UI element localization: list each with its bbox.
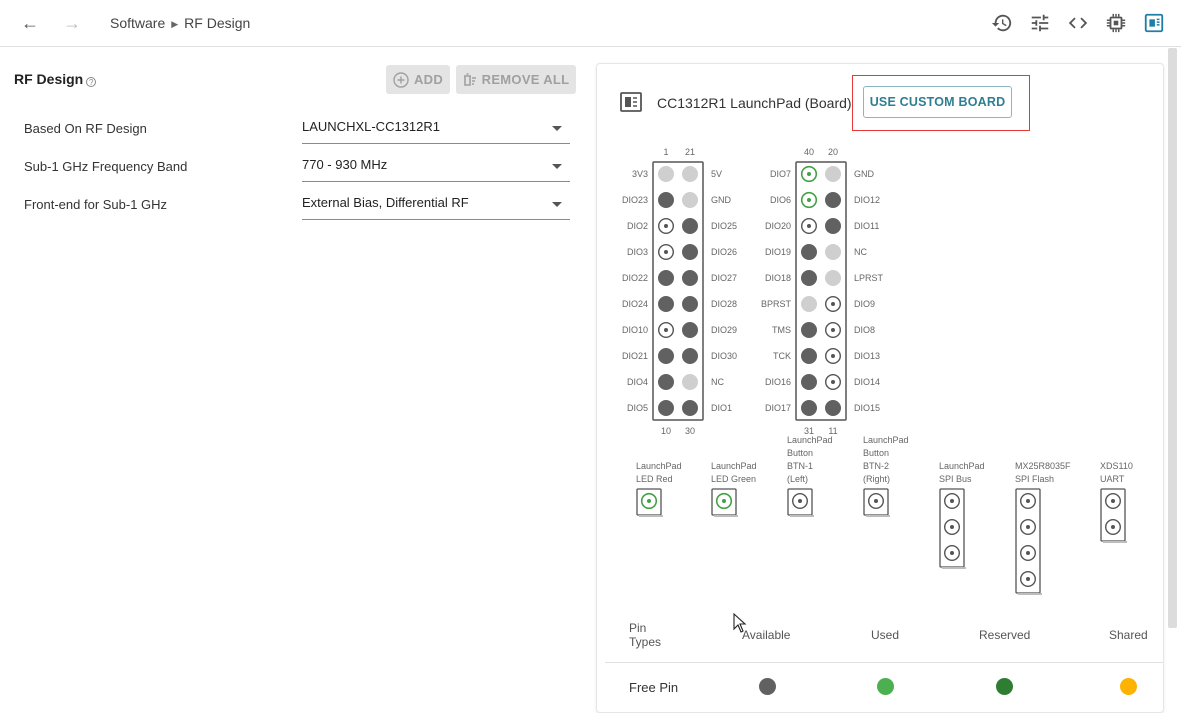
select-value: External Bias, Differential RF [302,195,469,210]
board-view-icon[interactable] [1143,12,1165,34]
back-arrow-icon[interactable]: ← [19,13,41,33]
pin-types-header: Pin Types [629,621,661,649]
highlight-box [852,75,1030,131]
mouse-cursor-icon [733,613,747,633]
panel-title-text: RF Design [14,71,84,87]
field-front-end: Front-end for Sub-1 GHz External Bias, D… [24,190,570,220]
dropdown-caret-icon [552,202,562,207]
breadcrumb-software[interactable]: Software [110,15,165,31]
forward-arrow-icon[interactable]: → [61,13,83,33]
remove-all-button[interactable]: REMOVE ALL [456,65,576,94]
pin-types-header-line2: Types [629,635,662,649]
pin-types-header-line1: Pin [629,621,647,635]
column-used: Used [871,628,900,642]
table-divider [605,662,1163,663]
chip-icon[interactable] [1105,12,1127,34]
frequency-band-select[interactable]: 770 - 930 MHz [302,152,570,182]
top-bar: ← → Software ▶ RF Design [0,0,1181,47]
dropdown-caret-icon [552,164,562,169]
add-circle-icon [393,71,409,88]
select-value: LAUNCHXL-CC1312R1 [302,119,440,134]
breadcrumb: Software ▶ RF Design [110,15,250,31]
field-frequency-band: Sub-1 GHz Frequency Band 770 - 930 MHz [24,152,570,182]
select-value: 770 - 930 MHz [302,157,388,172]
board-view-card [596,63,1164,713]
remove-all-button-label: REMOVE ALL [481,72,570,87]
dropdown-caret-icon [552,126,562,131]
reserved-dot [996,678,1013,695]
available-dot [759,678,776,695]
breadcrumb-separator-icon: ▶ [171,19,179,29]
add-button-label: ADD [413,72,444,87]
field-label: Sub-1 GHz Frequency Band [24,159,188,174]
panel-title: RF Design? [14,71,97,87]
add-button[interactable]: ADD [386,65,450,94]
field-label: Based On RF Design [24,121,147,136]
based-on-rf-design-select[interactable]: LAUNCHXL-CC1312R1 [302,114,570,144]
field-label: Front-end for Sub-1 GHz [24,197,168,212]
tune-icon[interactable] [1029,12,1051,34]
breadcrumb-rf-design: RF Design [184,15,251,31]
free-pin-label: Free Pin [629,680,679,695]
front-end-select[interactable]: External Bias, Differential RF [302,190,570,220]
delete-sweep-icon [463,72,476,86]
column-available: Available [742,628,791,642]
rf-design-panel: RF Design? ADD REMOVE ALL Based On RF De… [0,48,590,705]
board-icon [620,92,642,112]
board-title: CC1312R1 LaunchPad (Board) [657,95,852,111]
scrollbar[interactable] [1168,48,1177,628]
field-based-on-rf-design: Based On RF Design LAUNCHXL-CC1312R1 [24,114,570,144]
code-icon[interactable] [1067,12,1089,34]
history-icon[interactable] [991,12,1013,34]
column-shared: Shared [1109,628,1148,642]
help-icon[interactable]: ? [86,77,97,87]
shared-dot [1120,678,1137,695]
used-dot [877,678,894,695]
column-reserved: Reserved [979,628,1031,642]
